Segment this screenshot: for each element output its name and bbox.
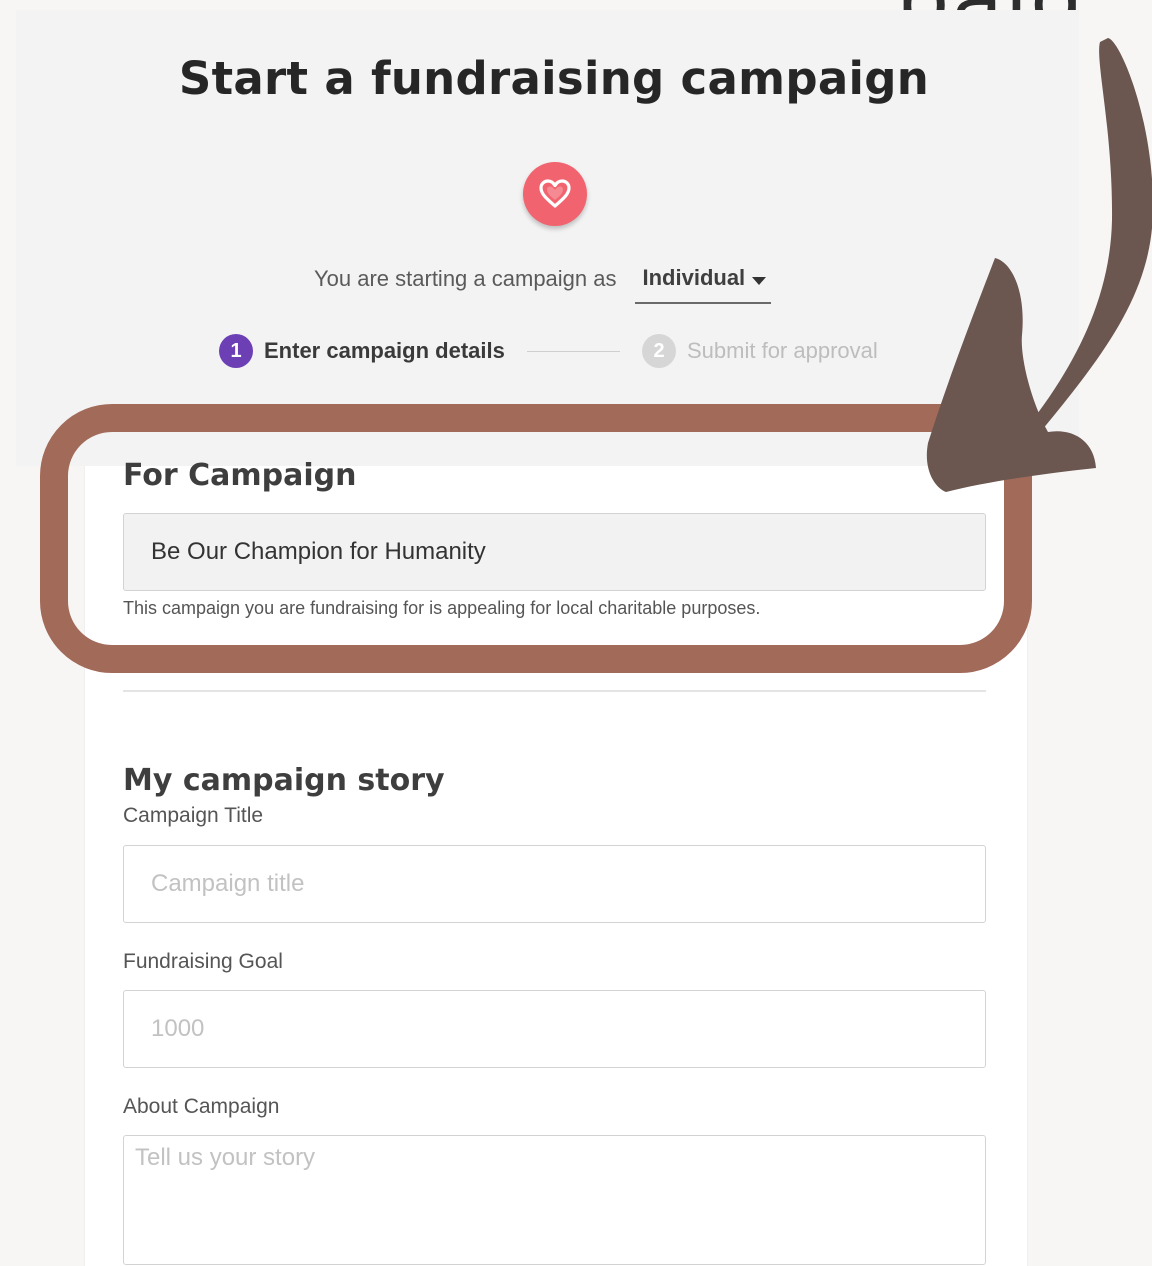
campaigner-type-dropdown[interactable]: Individual [634,262,771,304]
campaign-title-label: Campaign Title [123,804,264,827]
fundraising-goal-input[interactable] [123,990,986,1068]
progress-stepper: 1 Enter campaign details 2 Submit for ap… [219,334,899,368]
heart-outline-icon [539,179,571,208]
campaign-story-heading: My campaign story [123,763,445,798]
caret-down-icon [752,277,767,285]
for-campaign-field: Be Our Champion for Humanity [123,513,986,591]
page-title: Start a fundraising campaign [178,52,930,105]
campaign-title-input[interactable] [123,845,986,923]
step-number-badge: 2 [642,334,676,368]
step-label: Submit for approval [687,338,878,363]
step-connector [527,351,620,352]
starting-as-row: You are starting a campaign as Individua… [314,262,771,308]
about-campaign-label: About Campaign [123,1095,280,1118]
campaigner-type-value: Individual [642,265,746,290]
for-campaign-heading: For Campaign [123,458,357,493]
for-campaign-help-text: This campaign you are fundraising for is… [123,598,761,618]
step-submit-approval: 2 Submit for approval [642,334,878,368]
step-enter-details: 1 Enter campaign details [219,334,505,368]
about-campaign-textarea[interactable] [123,1135,986,1265]
section-divider [123,690,986,692]
fundraising-goal-label: Fundraising Goal [123,950,283,973]
step-label: Enter campaign details [264,338,505,363]
heart-badge [523,162,587,226]
step-number-badge: 1 [219,334,253,368]
for-campaign-value: Be Our Champion for Humanity [151,538,486,565]
starting-as-text: You are starting a campaign as [314,266,617,291]
